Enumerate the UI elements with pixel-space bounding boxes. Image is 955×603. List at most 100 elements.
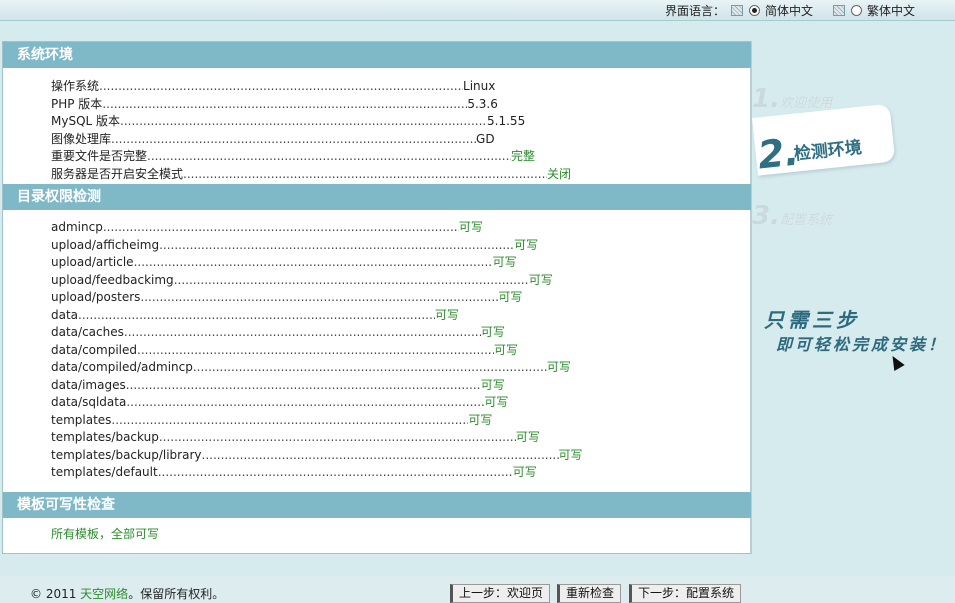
copyright-prefix: © 2011 [30, 587, 81, 601]
check-row: upload/afficheimg.......................… [51, 237, 583, 255]
step-1: 1.欢迎使用 [752, 84, 832, 114]
check-row: templates/default.......................… [51, 464, 583, 482]
check-row-value: 可写 [512, 465, 537, 479]
brand-name: 天空网络 [80, 587, 129, 601]
check-row-label: 重要文件是否完整 [51, 149, 148, 163]
check-row-value: Linux [463, 79, 496, 93]
check-row-value: GD [476, 131, 495, 146]
check-row-value: 可写 [458, 220, 483, 234]
check-row: PHP 版本..................................… [51, 96, 571, 114]
check-row: data/compiled...........................… [51, 342, 583, 360]
check-row: MySQL 版本................................… [51, 113, 571, 131]
footer: © 2011 天空网络。保留所有权利。 上一步：欢迎页 重新检查 下一步：配置系… [0, 576, 955, 603]
check-row-label: data [51, 307, 79, 322]
check-row-value: 可写 [435, 307, 460, 322]
install-steps: 1.欢迎使用 2. 检测环境 3.配置系统 只需三步 即可轻松完成安装！ [752, 41, 955, 554]
leader-dots: ........................................… [192, 360, 547, 374]
check-row-label: data/compiled/admincp [51, 360, 193, 374]
step-3-label: 配置系统 [779, 213, 832, 228]
check-row-value: 可写 [546, 360, 571, 374]
check-row-label: templates/default [51, 465, 158, 479]
check-row-value: 可写 [480, 377, 505, 392]
check-row-value: 关闭 [547, 166, 572, 181]
leader-dots: ........................................… [183, 166, 548, 181]
leader-dots: ........................................… [123, 325, 481, 339]
check-row-value: 可写 [480, 325, 505, 339]
step-3: 3.配置系统 [752, 201, 832, 231]
leader-dots: ........................................… [159, 237, 515, 252]
check-row-value: 可写 [468, 412, 493, 427]
leader-dots: ........................................… [99, 79, 464, 93]
top-bar: 界面语言： 简体中文 繁体中文 [0, 0, 955, 21]
check-row-label: data/caches [51, 325, 124, 339]
check-row: templates...............................… [51, 412, 583, 430]
check-row-label: templates/backup/library [51, 447, 202, 462]
leader-dots: ........................................… [120, 114, 488, 128]
check-row: templates/backup........................… [51, 429, 583, 447]
check-row: admincp.................................… [51, 219, 583, 237]
template-check: 所有模板，全部可写 [51, 526, 159, 544]
leader-dots: ........................................… [158, 430, 516, 444]
language-option-simplified[interactable]: 简体中文 [765, 2, 813, 19]
check-row: data/images.............................… [51, 377, 583, 395]
copyright: © 2011 天空网络。保留所有权利。 [30, 585, 224, 602]
check-row-value: 可写 [492, 255, 517, 269]
language-option-traditional[interactable]: 繁体中文 [867, 2, 915, 19]
prev-step-button[interactable]: 上一步：欢迎页 [450, 584, 551, 603]
leader-dots: ........................................… [102, 220, 459, 234]
check-row-label: data/compiled [51, 342, 137, 357]
slogan-line-2: 即可轻松完成安装！ [776, 335, 948, 354]
radio-traditional[interactable] [850, 4, 862, 16]
step-2-active: 2. 检测环境 [752, 103, 896, 177]
check-row-value: 5.3.6 [467, 96, 498, 111]
check-row: data/sqldata............................… [51, 394, 583, 412]
check-row: data/caches.............................… [51, 324, 583, 342]
check-row-value: 可写 [514, 237, 539, 252]
flag-icon [832, 4, 845, 16]
leader-dots: ........................................… [173, 272, 529, 287]
check-row-label: data/images [51, 377, 126, 392]
leader-dots: ........................................… [102, 96, 468, 111]
check-row: 图像处理库...................................… [51, 131, 571, 149]
leader-dots: ........................................… [126, 395, 485, 409]
check-row-value: 5.1.55 [487, 114, 526, 128]
check-row: data/compiled/admincp...................… [51, 359, 583, 377]
check-row-label: templates/backup [51, 430, 159, 444]
check-row-label: 图像处理库 [51, 131, 112, 146]
language-switcher: 界面语言： 简体中文 繁体中文 [665, 2, 929, 18]
leader-dots: ........................................… [78, 307, 436, 322]
section-title-env: 系统环境 [3, 42, 751, 68]
section-title-dirs: 目录权限检测 [3, 184, 751, 210]
check-row: templates/backup/library................… [51, 447, 583, 465]
leader-dots: ........................................… [157, 465, 513, 479]
check-row-value: 可写 [498, 290, 523, 304]
check-row-value: 可写 [494, 342, 519, 357]
check-row-label: data/sqldata [51, 395, 127, 409]
leader-dots: ........................................… [137, 342, 494, 357]
check-row-label: MySQL 版本 [51, 114, 121, 128]
language-label: 界面语言： [664, 3, 725, 18]
check-row-label: templates [51, 412, 112, 427]
flag-icon [730, 4, 743, 16]
recheck-button[interactable]: 重新检查 [557, 584, 622, 603]
check-row-value: 可写 [515, 430, 540, 444]
step-1-label: 欢迎使用 [779, 96, 832, 111]
check-row-label: 服务器是否开启安全模式 [51, 166, 184, 181]
leader-dots: ........................................… [125, 377, 481, 392]
check-row-label: upload/article [51, 255, 134, 269]
check-row-label: upload/afficheimg [51, 237, 160, 252]
leader-dots: ........................................… [140, 290, 499, 304]
mouse-cursor-icon [887, 352, 905, 372]
check-row-label: 操作系统 [51, 79, 100, 93]
check-row-value: 可写 [484, 395, 509, 409]
radio-simplified[interactable] [748, 4, 760, 16]
leader-dots: ........................................… [111, 412, 469, 427]
check-row: upload/feedbackimg......................… [51, 272, 583, 290]
leader-dots: ........................................… [147, 149, 512, 163]
dir-list: admincp.................................… [51, 219, 583, 482]
next-step-button[interactable]: 下一步：配置系统 [629, 584, 742, 603]
check-row-value: 完整 [511, 149, 536, 163]
copyright-suffix: 。保留所有权利。 [128, 587, 225, 601]
check-row-label: PHP 版本 [51, 96, 103, 111]
leader-dots: ........................................… [201, 447, 559, 462]
